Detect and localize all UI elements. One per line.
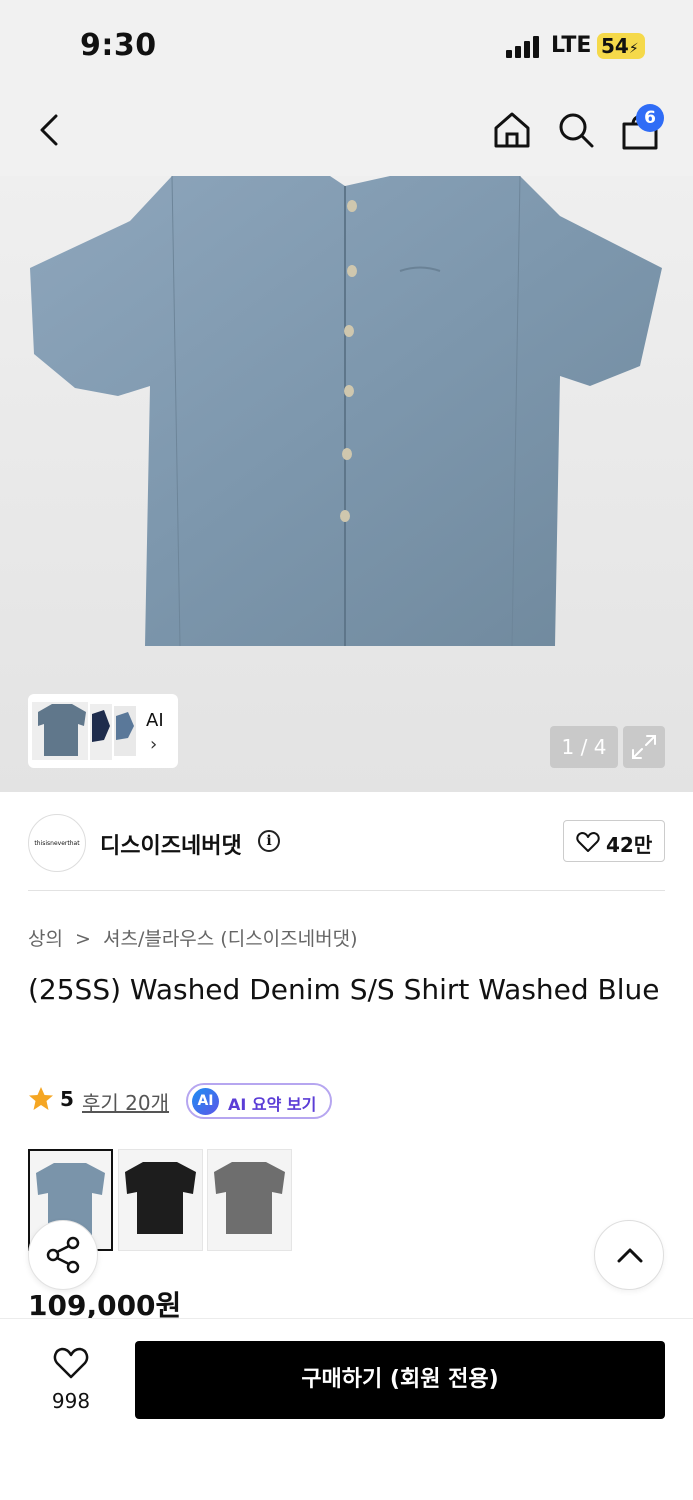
back-icon[interactable] (28, 108, 72, 152)
swatch-image (214, 1162, 285, 1234)
battery-level: 54 (601, 34, 629, 58)
brand-like-button[interactable]: 42만 (563, 820, 665, 862)
heart-icon (53, 1347, 89, 1379)
product-image (30, 176, 662, 647)
status-time: 9:30 (80, 28, 157, 63)
brand-logo[interactable]: thisisneverthat (28, 814, 86, 872)
share-icon (46, 1236, 80, 1274)
swatch-image (125, 1162, 196, 1234)
search-icon[interactable] (554, 108, 598, 152)
review-count-link[interactable]: 후기 20개 (82, 1087, 169, 1116)
chevron-up-icon (617, 1248, 643, 1263)
home-icon[interactable] (490, 108, 534, 152)
wishlist-count: 998 (51, 1389, 91, 1413)
network-label: LTE (551, 33, 592, 58)
brand-row: thisisneverthat 디스이즈네버댓 i 42만 (0, 792, 693, 892)
breadcrumb-separator: > (75, 928, 91, 950)
wishlist-button[interactable]: 998 (36, 1347, 106, 1427)
divider (28, 890, 665, 891)
product-image-gallery[interactable]: AI › 1 / 4 (0, 176, 693, 792)
product-title: (25SS) Washed Denim S/S Shirt Washed Blu… (28, 973, 660, 1006)
heart-icon (576, 832, 600, 852)
ai-label: AI (146, 710, 164, 731)
expand-icon[interactable] (623, 726, 665, 768)
info-icon[interactable]: i (258, 830, 280, 852)
image-pager: 1 / 4 (550, 726, 618, 768)
buy-button[interactable]: 구매하기 (회원 전용) (135, 1341, 665, 1419)
ai-summary-button[interactable]: AI AI 요약 보기 (186, 1083, 332, 1119)
battery-icon: 54⚡ (597, 33, 645, 59)
signal-icon (506, 36, 540, 58)
brand-name[interactable]: 디스이즈네버댓 (100, 828, 242, 860)
breadcrumb-category[interactable]: 상의 (28, 928, 63, 950)
ai-thumbnail-strip[interactable]: AI › (28, 694, 178, 768)
breadcrumb: 상의 > 셔츠/블라우스 (디스이즈네버댓) (28, 924, 364, 951)
breadcrumb-subcategory[interactable]: 셔츠/블라우스 (디스이즈네버댓) (103, 928, 358, 950)
ai-badge-icon: AI (192, 1088, 219, 1115)
rating-score: 5 (60, 1087, 74, 1111)
color-swatch-grey[interactable] (207, 1149, 292, 1251)
color-swatch-black[interactable] (118, 1149, 203, 1251)
top-nav (0, 92, 693, 176)
scroll-top-button[interactable] (594, 1220, 664, 1290)
status-bar: 9:30 LTE 54⚡ (0, 0, 693, 92)
chevron-right-icon: › (150, 734, 158, 755)
star-icon (29, 1087, 53, 1110)
cart-count-badge: 6 (636, 104, 664, 132)
bottom-action-bar: 998 구매하기 (회원 전용) (0, 1318, 693, 1500)
brand-like-count: 42만 (606, 833, 653, 857)
thumbnail-images (32, 702, 136, 760)
ai-summary-label: AI 요약 보기 (228, 1095, 317, 1114)
share-button[interactable] (28, 1220, 98, 1290)
